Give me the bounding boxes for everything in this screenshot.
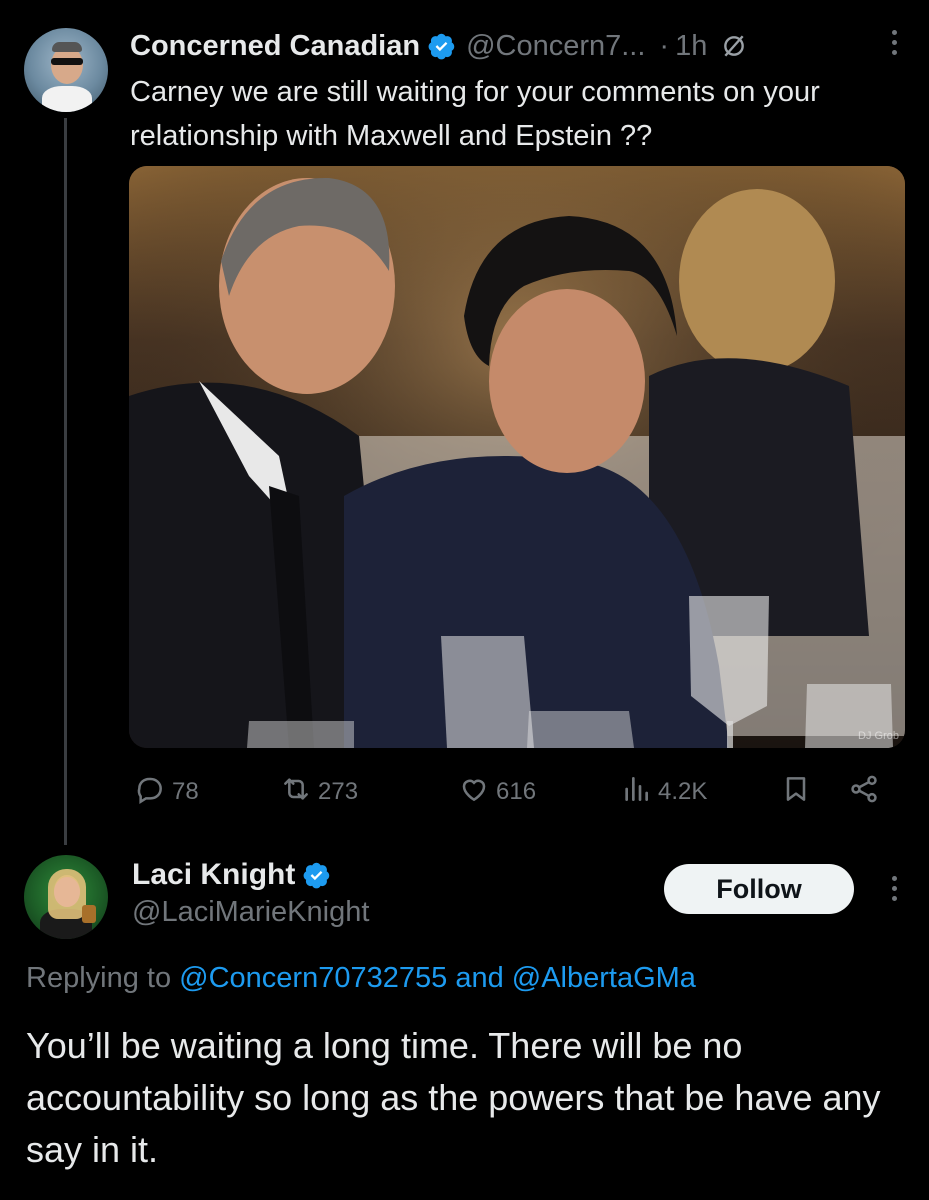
reply-header: Laci Knight bbox=[132, 858, 341, 892]
repost-count: 273 bbox=[318, 778, 359, 805]
tweet-text: Carney we are still waiting for your com… bbox=[130, 76, 820, 152]
reply-count: 78 bbox=[172, 778, 199, 805]
views-count: 4.2K bbox=[658, 778, 708, 805]
media-watermark: DJ Grob bbox=[858, 730, 899, 742]
timestamp[interactable]: 1h bbox=[675, 30, 707, 63]
replying-prefix: Replying to bbox=[26, 962, 172, 994]
separator-dot: · bbox=[659, 29, 670, 62]
grok-icon[interactable] bbox=[721, 33, 747, 59]
mention-link-1[interactable]: @Concern70732755 bbox=[179, 962, 447, 994]
reply-icon bbox=[134, 773, 166, 812]
repost-icon bbox=[280, 773, 312, 812]
more-icon[interactable] bbox=[889, 876, 899, 906]
like-button[interactable]: 616 bbox=[458, 773, 536, 812]
follow-button[interactable]: Follow bbox=[664, 864, 854, 914]
author-handle[interactable]: @Concern7... bbox=[466, 30, 645, 63]
views-icon bbox=[620, 773, 652, 812]
more-icon[interactable] bbox=[889, 30, 899, 60]
reply-button[interactable]: 78 bbox=[134, 773, 199, 812]
share-icon bbox=[848, 773, 880, 812]
reply-author-name[interactable]: Laci Knight bbox=[132, 858, 295, 892]
author-avatar[interactable] bbox=[24, 28, 108, 112]
tweet-header: Concerned Canadian @Concern7... · 1h bbox=[130, 26, 910, 66]
mention-link-2[interactable]: @AlbertaGMa bbox=[512, 962, 696, 994]
author-name[interactable]: Concerned Canadian bbox=[130, 30, 420, 63]
reply-author-avatar[interactable] bbox=[24, 855, 108, 939]
views-button[interactable]: 4.2K bbox=[620, 773, 707, 812]
tweet-action-bar: 78 273 616 4.2K bbox=[130, 770, 890, 814]
thread-line bbox=[64, 118, 67, 845]
tweet-media-image[interactable]: DJ Grob bbox=[129, 166, 905, 748]
bookmark-button[interactable] bbox=[780, 773, 812, 812]
replying-and: and bbox=[455, 962, 504, 994]
verified-badge-icon bbox=[428, 32, 456, 60]
verified-badge-icon bbox=[303, 861, 331, 889]
replying-to-line: Replying to @Concern70732755 and @Albert… bbox=[26, 962, 696, 995]
reply-text: You’ll be waiting a long time. There wil… bbox=[26, 1025, 881, 1170]
repost-button[interactable]: 273 bbox=[280, 773, 358, 812]
bookmark-icon bbox=[780, 773, 812, 812]
like-count: 616 bbox=[496, 778, 537, 805]
like-icon bbox=[458, 773, 490, 812]
share-button[interactable] bbox=[848, 773, 880, 812]
reply-author-handle[interactable]: @LaciMarieKnight bbox=[132, 896, 369, 929]
